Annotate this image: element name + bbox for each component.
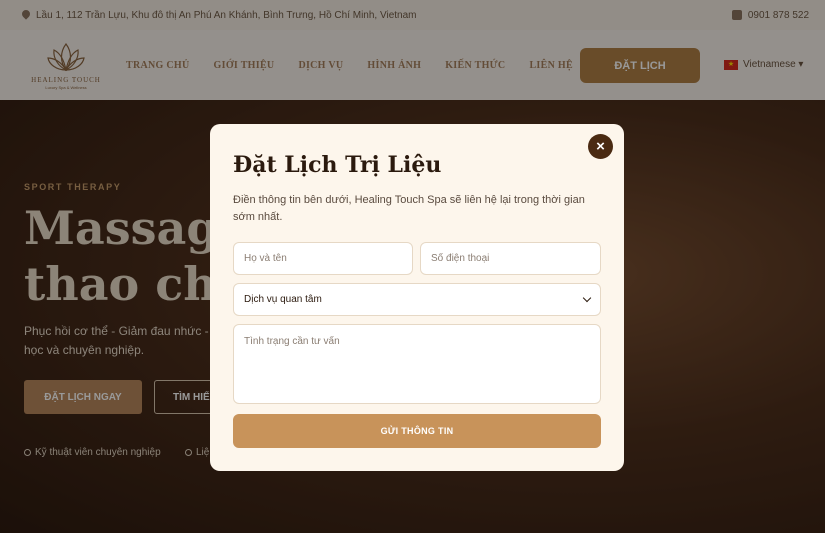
chevron-down-icon [582,293,592,303]
note-placeholder: Tình trạng cần tư vấn [244,336,340,347]
close-icon[interactable]: × [588,134,613,159]
booking-modal: × Đặt Lịch Trị Liệu Điền thông tin bên d… [210,124,624,471]
service-select[interactable]: Dịch vụ quan tâm [233,283,601,316]
phone-input[interactable]: Số điện thoại [420,242,601,275]
name-placeholder: Họ và tên [244,253,287,264]
phone-placeholder: Số điện thoại [431,253,490,264]
name-input[interactable]: Họ và tên [233,242,413,275]
consultation-textarea[interactable]: Tình trạng cần tư vấn [233,324,601,404]
service-selected-value: Dịch vụ quan tâm [244,294,322,305]
modal-title: Đặt Lịch Trị Liệu [233,152,442,178]
submit-button[interactable]: GỬI THÔNG TIN [233,414,601,448]
modal-lead-text: Điền thông tin bên dưới, Healing Touch S… [233,194,585,223]
